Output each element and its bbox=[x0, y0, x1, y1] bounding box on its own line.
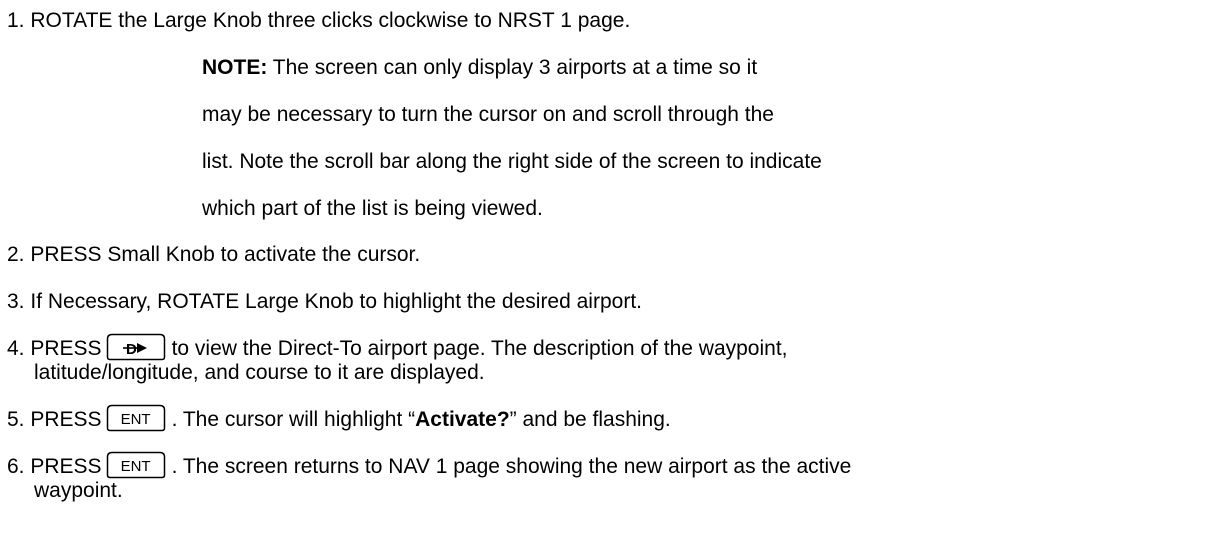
step-text: PRESS bbox=[30, 455, 102, 478]
enter-key[interactable]: ENT bbox=[106, 451, 166, 479]
step-5: 5. PRESS ENT . The cursor will highlight “… bbox=[7, 405, 671, 432]
enter-key-label: ENT bbox=[120, 411, 151, 429]
step-number: 5. bbox=[7, 408, 25, 431]
note-line-1: NOTE: The screen can only display 3 airp… bbox=[202, 56, 757, 80]
step-text: . The screen returns to NAV 1 page showi… bbox=[171, 455, 852, 478]
step-number: 4. bbox=[7, 337, 25, 360]
step-4-continuation: latitude/longitude, and course to it are… bbox=[34, 361, 485, 384]
step-text: ” and be flashing. bbox=[509, 408, 671, 431]
note-line-3: list. Note the scroll bar along the righ… bbox=[202, 150, 822, 173]
direct-to-key[interactable]: D bbox=[106, 333, 166, 361]
step-text: If Necessary, ROTATE Large Knob to highl… bbox=[30, 290, 642, 313]
step-2: 2. PRESS Small Knob to activate the curs… bbox=[7, 243, 420, 267]
note-line-2: may be necessary to turn the cursor on a… bbox=[202, 103, 774, 126]
note-text: The screen can only display 3 airports a… bbox=[267, 56, 758, 79]
activate-label: Activate? bbox=[415, 408, 510, 431]
step-6-continuation: waypoint. bbox=[34, 479, 123, 502]
step-number: 6. bbox=[7, 455, 25, 478]
step-text: PRESS bbox=[30, 408, 102, 431]
step-1: 1. ROTATE the Large Knob three clicks cl… bbox=[7, 9, 630, 33]
direct-to-icon: D bbox=[106, 334, 165, 361]
svg-text:D: D bbox=[126, 341, 137, 358]
step-text: PRESS bbox=[30, 337, 102, 360]
enter-key-label: ENT bbox=[120, 458, 151, 476]
step-number: 1. bbox=[7, 9, 25, 32]
step-number: 3. bbox=[7, 290, 25, 313]
step-text: . The cursor will highlight “ bbox=[171, 408, 416, 431]
step-6: 6. PRESS ENT . The screen returns to NAV 1… bbox=[7, 452, 852, 479]
step-text: ROTATE the Large Knob three clicks clock… bbox=[30, 9, 631, 32]
step-3: 3. If Necessary, ROTATE Large Knob to hi… bbox=[7, 290, 642, 314]
step-number: 2. bbox=[7, 243, 25, 266]
note-line-4: which part of the list is being viewed. bbox=[202, 197, 543, 220]
step-text: to view the Direct-To airport page. The … bbox=[171, 337, 788, 360]
enter-key[interactable]: ENT bbox=[106, 404, 166, 432]
step-text: PRESS Small Knob to activate the cursor. bbox=[30, 243, 421, 266]
step-4: 4. PRESS Dto view the Direct-To airport p… bbox=[7, 334, 788, 361]
note-label: NOTE: bbox=[202, 56, 268, 79]
